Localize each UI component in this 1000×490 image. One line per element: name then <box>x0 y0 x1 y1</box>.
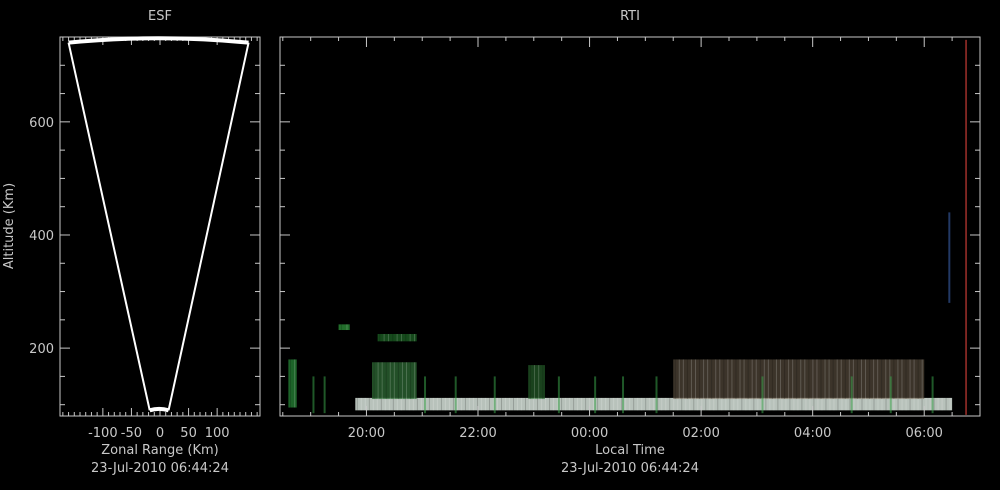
esf-timestamp: 23-Jul-2010 06:44:24 <box>91 461 229 476</box>
rti-x-tick-label: 00:00 <box>571 426 608 441</box>
esf-x-tick-label: 0 <box>156 426 164 441</box>
rti-echo-region <box>673 359 925 400</box>
esf-x-tick-label: 50 <box>180 426 197 441</box>
rti-x-tick-label: 06:00 <box>905 426 942 441</box>
esf-x-tick-label: -50 <box>121 426 142 441</box>
esf-beam-right-edge <box>167 42 250 411</box>
esf-beam-inner-arc <box>149 406 170 413</box>
esf-plot-frame <box>59 36 261 417</box>
esf-x-tick-label: -100 <box>88 426 118 441</box>
rti-plot-frame <box>279 36 981 417</box>
esf-beam-left-edge <box>67 42 151 411</box>
rti-title: RTI <box>620 9 640 24</box>
esf-y-tick-label: 400 <box>29 229 54 244</box>
rti-x-tick-label: 04:00 <box>794 426 831 441</box>
rti-x-tick-label: 22:00 <box>459 426 496 441</box>
rti-x-tick-label: 20:00 <box>348 426 385 441</box>
esf-beam-outer-arc <box>68 36 249 45</box>
rti-panel: RTI 20:00 22:00 00:00 02:00 04:00 06:00 Local… <box>279 9 981 476</box>
esf-x-axis-label: Zonal Range (Km) <box>101 443 218 458</box>
rti-echo-image <box>288 39 967 415</box>
rti-echo-region <box>288 359 297 408</box>
esf-title: ESF <box>148 9 172 24</box>
rti-timestamp: 23-Jul-2010 06:44:24 <box>561 461 699 476</box>
esf-y-axis-label: Altitude (Km) <box>2 183 17 269</box>
esf-x-tick-label: 100 <box>205 426 230 441</box>
esf-tick-group: -100 -50 0 50 100 200 400 600 <box>29 36 260 441</box>
chart-canvas: ESF -100 -50 0 50 100 200 400 600 Zonal Range (… <box>2 9 981 476</box>
esf-y-tick-label: 200 <box>29 342 54 357</box>
rti-x-tick-label: 02:00 <box>682 426 719 441</box>
esf-panel: ESF -100 -50 0 50 100 200 400 600 Zonal Range (… <box>2 9 261 476</box>
esf-y-tick-label: 600 <box>29 116 54 131</box>
rti-echo-region <box>338 324 350 331</box>
esf-beam-fan <box>67 36 250 413</box>
rti-x-axis-label: Local Time <box>595 443 665 458</box>
